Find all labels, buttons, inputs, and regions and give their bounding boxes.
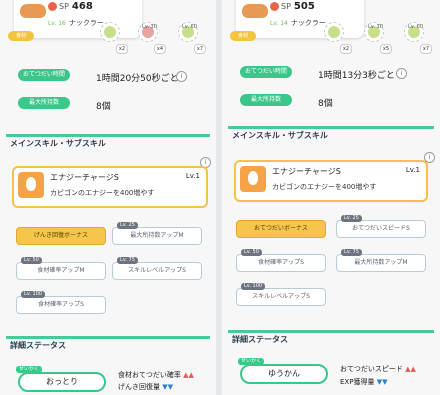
header: SP 468 Lv. 16 ナックラー 食材 Lv. 30 Lv. 60 x2 x4…: [0, 0, 216, 54]
section-band: [228, 126, 434, 129]
berry-slot-1: [100, 22, 120, 42]
food-label: 食材: [8, 31, 34, 41]
subskill-2[interactable]: Lv. 25 おてつだいスピードS: [336, 215, 426, 238]
pokemon-panel-left: SP 468 Lv. 16 ナックラー 食材 Lv. 30 Lv. 60 x2 x4…: [0, 0, 216, 395]
subskill-5[interactable]: Lv. 100 食材確率アップS: [16, 291, 106, 314]
inventory-label: 最大所持数: [240, 94, 292, 106]
inventory-value: 8個: [318, 99, 333, 109]
subskill-5[interactable]: Lv. 100 スキルレベルアップS: [236, 283, 326, 306]
level-badge: Lv. 75: [117, 257, 138, 264]
effect-down: げんき回復量 ▼▼: [118, 383, 174, 391]
help-time-value: 1時間20分50秒ごと: [96, 74, 179, 84]
subskill-3[interactable]: Lv. 50 食材確率アップM: [16, 257, 106, 280]
section-band: [6, 336, 210, 339]
pokemon-name: ナックラー: [68, 19, 104, 27]
subskill-1[interactable]: おてつだいボーナス: [236, 220, 326, 238]
main-skill-card[interactable]: エナジーチャージS Lv.1 カビゴンのエナジーを400増やす: [234, 160, 428, 202]
subskill-4[interactable]: Lv. 75 最大所持数アップM: [336, 249, 426, 272]
help-time-value: 1時間13分3秒ごと: [318, 71, 395, 81]
level-badge: Lv. 25: [341, 215, 362, 222]
sp-display: SP 505: [270, 1, 315, 12]
berry-slot-1: [324, 22, 344, 42]
subskill-2[interactable]: Lv. 25 最大所持数アップM: [112, 222, 202, 245]
nature-button[interactable]: ゆうかん: [240, 364, 328, 384]
food-icon: [242, 4, 268, 18]
up-arrow-icon: ▲▲: [183, 371, 194, 379]
main-skill-card[interactable]: エナジーチャージS Lv.1 カビゴンのエナジーを400増やす: [12, 166, 208, 208]
detail-section-header: 詳細ステータス: [0, 336, 216, 352]
level-badge: Lv. 50: [241, 249, 262, 256]
skill-level: Lv.1: [405, 166, 420, 174]
pokemon-panel-right: SP 505 Lv. 14 ナックラー 食材 Lv. 30 Lv. 60 x2 x5…: [222, 0, 440, 395]
level-badge: Lv. 25: [117, 222, 138, 229]
info-icon[interactable]: i: [176, 71, 187, 82]
skill-description: カビゴンのエナジーを400増やす: [50, 189, 155, 197]
subskill-4[interactable]: Lv. 75 スキルレベルアップS: [112, 257, 202, 280]
skill-name: エナジーチャージS: [272, 167, 341, 176]
inventory-value: 8個: [96, 102, 111, 112]
level-display: Lv. 16 ナックラー: [48, 19, 104, 27]
pokemon-name: ナックラー: [290, 19, 326, 27]
flame-icon: [240, 166, 266, 192]
sp-value: 505: [293, 1, 315, 12]
subskill-3[interactable]: Lv. 50 食材確率アップS: [236, 249, 326, 272]
skill-level: Lv.1: [185, 172, 200, 180]
flame-icon: [18, 172, 44, 198]
section-band: [228, 330, 434, 333]
level-badge: Lv. 50: [21, 257, 42, 264]
effect-up: おてつだいスピード ▲▲: [340, 365, 416, 373]
help-time-label: おてつだい時間: [18, 69, 70, 81]
sp-icon: [270, 2, 279, 11]
up-arrow-icon: ▲▲: [405, 365, 416, 373]
info-icon[interactable]: i: [396, 68, 407, 79]
header: SP 505 Lv. 14 ナックラー 食材 Lv. 30 Lv. 60 x2 x5…: [222, 0, 440, 54]
sp-display: SP 468: [48, 1, 93, 12]
inventory-label: 最大所持数: [18, 97, 70, 109]
detail-section-header: 詳細ステータス: [222, 330, 440, 346]
effect-up: 食材おてつだい確率 ▲▲: [118, 371, 194, 379]
level-display: Lv. 14 ナックラー: [270, 19, 326, 27]
nature-button[interactable]: おっとり: [18, 372, 106, 392]
skill-name: エナジーチャージS: [50, 173, 119, 182]
skill-section-header: メインスキル・サブスキル: [0, 134, 216, 150]
food-icon: [20, 4, 46, 18]
subskill-1[interactable]: げんき回復ボーナス: [16, 227, 106, 245]
sp-value: 468: [71, 1, 93, 12]
level-badge: Lv. 100: [241, 283, 266, 290]
sp-icon: [48, 2, 57, 11]
section-band: [6, 134, 210, 137]
help-time-label: おてつだい時間: [240, 66, 292, 78]
effect-down: EXP獲得量 ▼▼: [340, 378, 388, 386]
skill-section-header: メインスキル・サブスキル: [222, 126, 440, 142]
food-label: 食材: [230, 31, 256, 41]
down-arrow-icon: ▼▼: [376, 378, 388, 386]
skill-description: カビゴンのエナジーを400増やす: [272, 183, 377, 191]
down-arrow-icon: ▼▼: [162, 383, 174, 391]
level-badge: Lv. 75: [341, 249, 362, 256]
level-badge: Lv. 100: [21, 291, 46, 298]
